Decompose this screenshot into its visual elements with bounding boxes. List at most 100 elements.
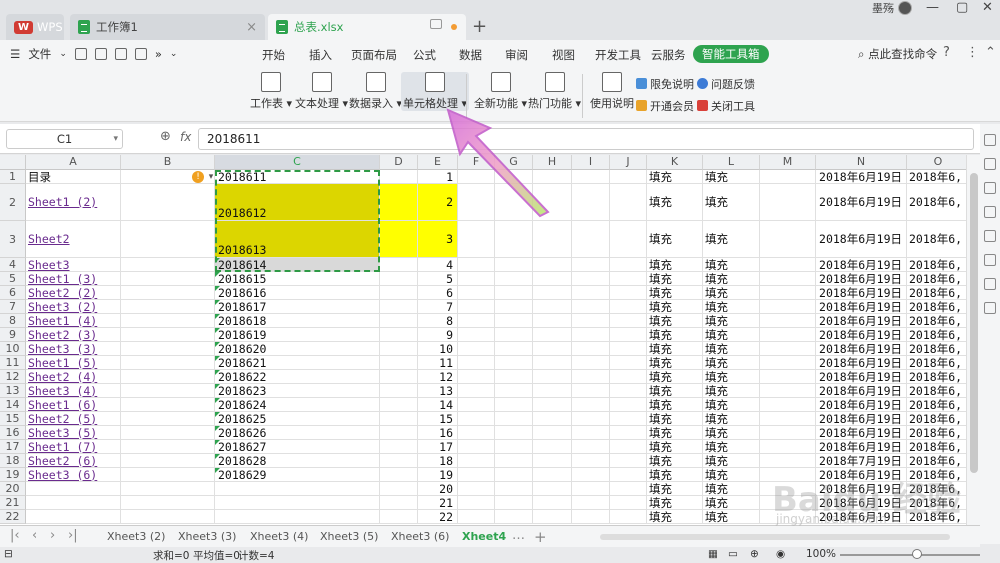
- cell[interactable]: [533, 440, 572, 454]
- cell[interactable]: 2018617: [215, 300, 380, 314]
- row-header[interactable]: 1: [0, 170, 26, 184]
- tab-data[interactable]: 数据: [459, 47, 482, 63]
- cell[interactable]: 填充: [647, 314, 703, 328]
- cell[interactable]: 8: [418, 314, 458, 328]
- cell[interactable]: [572, 440, 610, 454]
- cell[interactable]: [495, 328, 533, 342]
- cell[interactable]: 填充: [647, 454, 703, 468]
- cell[interactable]: [572, 496, 610, 510]
- cell[interactable]: Sheet3 (3): [26, 342, 121, 356]
- cell[interactable]: [121, 356, 215, 370]
- cell[interactable]: 4: [418, 258, 458, 272]
- cell[interactable]: 填充: [647, 412, 703, 426]
- cell[interactable]: [610, 440, 647, 454]
- cell[interactable]: 填充: [703, 412, 760, 426]
- cell[interactable]: [121, 384, 215, 398]
- cell[interactable]: [495, 412, 533, 426]
- cell[interactable]: 2018年6,: [907, 412, 966, 426]
- row-header[interactable]: 20: [0, 482, 26, 496]
- cell[interactable]: 2018622: [215, 370, 380, 384]
- cell[interactable]: 2018年6,: [907, 482, 966, 496]
- cell[interactable]: 填充: [703, 342, 760, 356]
- cell[interactable]: [458, 440, 495, 454]
- cell[interactable]: [610, 510, 647, 524]
- cell[interactable]: 2018625: [215, 412, 380, 426]
- cell[interactable]: [458, 370, 495, 384]
- cell[interactable]: [610, 328, 647, 342]
- cell[interactable]: [121, 258, 215, 272]
- row-header[interactable]: 16: [0, 426, 26, 440]
- cell[interactable]: 填充: [647, 482, 703, 496]
- next-sheet-icon[interactable]: ›: [50, 528, 55, 543]
- cell[interactable]: [610, 170, 647, 184]
- cell[interactable]: [458, 272, 495, 286]
- cell[interactable]: 填充: [647, 356, 703, 370]
- cell[interactable]: [760, 370, 816, 384]
- row-header[interactable]: 17: [0, 440, 26, 454]
- cell[interactable]: 填充: [647, 328, 703, 342]
- cell[interactable]: Sheet2 (4): [26, 370, 121, 384]
- cell[interactable]: 2018614: [215, 258, 380, 272]
- cell[interactable]: 2018年6月19日: [816, 170, 907, 184]
- tab-view[interactable]: 视图: [552, 47, 575, 63]
- cell[interactable]: 2018年6月19日: [816, 426, 907, 440]
- cell[interactable]: [760, 468, 816, 482]
- row-header[interactable]: 7: [0, 300, 26, 314]
- cell[interactable]: 2018616: [215, 286, 380, 300]
- cell[interactable]: 2018613: [215, 221, 380, 258]
- cell[interactable]: 填充: [647, 184, 703, 221]
- row-header[interactable]: 9: [0, 328, 26, 342]
- cell[interactable]: Sheet1 (7): [26, 440, 121, 454]
- cell[interactable]: 填充: [703, 170, 760, 184]
- last-sheet-icon[interactable]: ›|: [68, 528, 78, 543]
- cell[interactable]: [760, 496, 816, 510]
- cell[interactable]: 填充: [647, 286, 703, 300]
- cell[interactable]: [121, 328, 215, 342]
- cell[interactable]: 填充: [647, 258, 703, 272]
- column-header-i[interactable]: I: [572, 155, 610, 170]
- cell[interactable]: [760, 482, 816, 496]
- cell[interactable]: [610, 496, 647, 510]
- cell[interactable]: [760, 412, 816, 426]
- cell[interactable]: 2018年6,: [907, 426, 966, 440]
- sheet-tab[interactable]: Xheet3 (2): [107, 530, 165, 543]
- cell[interactable]: [533, 328, 572, 342]
- fx-icon[interactable]: fx: [180, 130, 191, 144]
- cell[interactable]: 填充: [647, 272, 703, 286]
- cell[interactable]: 2018年6月19日: [816, 328, 907, 342]
- cell[interactable]: Sheet1 (6): [26, 398, 121, 412]
- cell[interactable]: [380, 482, 418, 496]
- cell[interactable]: [533, 272, 572, 286]
- minimize-icon[interactable]: —: [926, 0, 939, 15]
- cell[interactable]: 2018年6月19日: [816, 496, 907, 510]
- cell[interactable]: [533, 370, 572, 384]
- cell[interactable]: 填充: [703, 510, 760, 524]
- cell[interactable]: 2018年6月19日: [816, 258, 907, 272]
- cell[interactable]: 22: [418, 510, 458, 524]
- cell[interactable]: [533, 468, 572, 482]
- cell[interactable]: Sheet2 (5): [26, 412, 121, 426]
- zoom-slider[interactable]: [840, 554, 980, 556]
- cell-processing-button[interactable]: 单元格处理 ▾: [401, 72, 470, 111]
- cell[interactable]: [495, 496, 533, 510]
- sheet-tab[interactable]: Xheet3 (3): [178, 530, 236, 543]
- cell[interactable]: Sheet1 (4): [26, 314, 121, 328]
- cell[interactable]: [572, 258, 610, 272]
- cell[interactable]: [572, 170, 610, 184]
- cell[interactable]: 填充: [703, 440, 760, 454]
- cell[interactable]: [610, 454, 647, 468]
- cell[interactable]: 填充: [647, 221, 703, 258]
- cell[interactable]: [572, 384, 610, 398]
- cell[interactable]: [610, 184, 647, 221]
- cell[interactable]: [572, 426, 610, 440]
- customize-icon[interactable]: ⌄: [170, 49, 178, 59]
- cell[interactable]: [572, 328, 610, 342]
- cell[interactable]: [121, 398, 215, 412]
- cell[interactable]: [495, 468, 533, 482]
- page-break-icon[interactable]: ⊕: [750, 548, 759, 560]
- cell[interactable]: [495, 258, 533, 272]
- tab-review[interactable]: 审阅: [505, 47, 528, 63]
- cell[interactable]: [760, 510, 816, 524]
- cell[interactable]: Sheet3 (6): [26, 468, 121, 482]
- row-header[interactable]: 10: [0, 342, 26, 356]
